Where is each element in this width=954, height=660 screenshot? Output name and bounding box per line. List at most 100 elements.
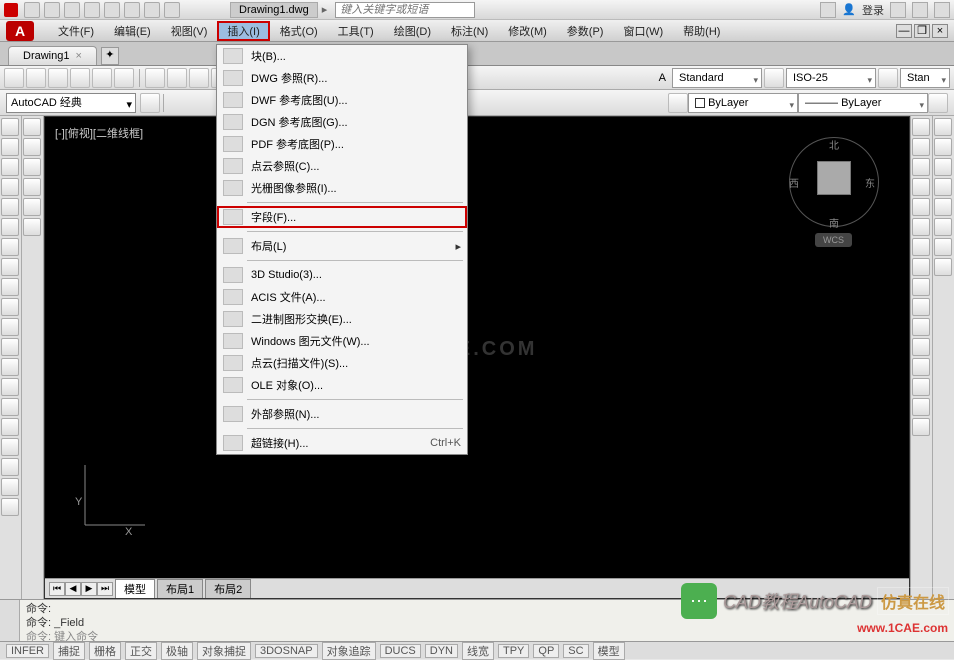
menu-item-b[interactable]: 块(B)... (217, 45, 467, 67)
fillet-icon[interactable] (912, 398, 930, 416)
menu-i[interactable]: 插入(I) (217, 21, 269, 41)
join-icon[interactable] (912, 358, 930, 376)
extend-icon[interactable] (912, 318, 930, 336)
qat-undo-icon[interactable] (124, 2, 140, 18)
commandline-handle-icon[interactable] (0, 600, 20, 641)
color-combo[interactable]: ByLayer (688, 93, 798, 113)
qat-plot-icon[interactable] (104, 2, 120, 18)
menu-item-acisa[interactable]: ACIS 文件(A)... (217, 286, 467, 308)
region-icon[interactable] (1, 438, 19, 456)
signin-label[interactable]: 登录 (862, 2, 884, 18)
status-infer[interactable]: INFER (6, 644, 49, 658)
dimstyle-icon[interactable] (764, 68, 784, 88)
doc-tab-close-icon[interactable]: × (75, 50, 81, 62)
qat-redo-icon[interactable] (144, 2, 160, 18)
array-icon[interactable] (912, 198, 930, 216)
stretch-icon[interactable] (912, 278, 930, 296)
plot-icon[interactable] (70, 68, 90, 88)
status-ducs[interactable]: DUCS (380, 644, 421, 658)
menu-e[interactable]: 编辑(E) (104, 21, 161, 41)
rtool-h-icon[interactable] (934, 258, 952, 276)
tool-e-icon[interactable] (23, 198, 41, 216)
rotate-icon[interactable] (912, 238, 930, 256)
tool-f-icon[interactable] (23, 218, 41, 236)
menu-o[interactable]: 格式(O) (270, 21, 328, 41)
menu-item-e[interactable]: 二进制图形交换(E)... (217, 308, 467, 330)
explode-icon[interactable] (912, 418, 930, 436)
addselected-icon[interactable] (1, 498, 19, 516)
tool-a-icon[interactable] (23, 118, 41, 136)
open-icon[interactable] (26, 68, 46, 88)
erase-icon[interactable] (912, 118, 930, 136)
tool-d-icon[interactable] (23, 178, 41, 196)
point-icon[interactable] (1, 378, 19, 396)
makeblock-icon[interactable] (1, 358, 19, 376)
ellipse-icon[interactable] (1, 298, 19, 316)
qat-new-icon[interactable] (24, 2, 40, 18)
menu-v[interactable]: 视图(V) (161, 21, 218, 41)
help-search-input[interactable] (335, 2, 475, 18)
status-sc[interactable]: SC (563, 644, 588, 658)
status-对象追踪[interactable]: 对象追踪 (322, 642, 376, 660)
status-线宽[interactable]: 线宽 (462, 642, 494, 660)
line-icon[interactable] (1, 118, 19, 136)
tab-next-icon[interactable]: ▶ (81, 582, 97, 596)
hatch-icon[interactable] (1, 398, 19, 416)
infocenter-icon[interactable] (820, 2, 836, 18)
menu-item-i[interactable]: 光栅图像参照(I)... (217, 177, 467, 199)
rtool-g-icon[interactable] (934, 238, 952, 256)
menu-m[interactable]: 修改(M) (498, 21, 557, 41)
layer-icon[interactable] (668, 93, 688, 113)
menu-w[interactable]: 窗口(W) (613, 21, 673, 41)
signin-user-icon[interactable]: 👤 (842, 3, 856, 16)
rectangle-icon[interactable] (1, 198, 19, 216)
new-icon[interactable] (4, 68, 24, 88)
help-icon[interactable] (934, 2, 950, 18)
layout-tab-0[interactable]: 模型 (115, 579, 155, 599)
menu-item-dwgr[interactable]: DWG 参照(R)... (217, 67, 467, 89)
ellipsearc-icon[interactable] (1, 318, 19, 336)
menu-item-3dstudio3[interactable]: 3D Studio(3)... (217, 264, 467, 286)
save-icon[interactable] (48, 68, 68, 88)
menu-item-windowsw[interactable]: Windows 图元文件(W)... (217, 330, 467, 352)
rtool-c-icon[interactable] (934, 158, 952, 176)
qat-more-icon[interactable] (164, 2, 180, 18)
tab-first-icon[interactable]: ⏮ (49, 582, 65, 596)
status-dyn[interactable]: DYN (425, 644, 458, 658)
viewcube-face[interactable] (817, 161, 851, 195)
layout-tab-1[interactable]: 布局1 (157, 579, 203, 599)
menu-item-pdfp[interactable]: PDF 参考底图(P)... (217, 133, 467, 155)
status-对象捕捉[interactable]: 对象捕捉 (197, 642, 251, 660)
status-tpy[interactable]: TPY (498, 644, 529, 658)
menu-item-h[interactable]: 超链接(H)...Ctrl+K (217, 432, 467, 454)
menu-item-dgng[interactable]: DGN 参考底图(G)... (217, 111, 467, 133)
qat-open-icon[interactable] (44, 2, 60, 18)
copy-icon[interactable] (167, 68, 187, 88)
mtext-icon[interactable] (1, 478, 19, 496)
menu-f[interactable]: 文件(F) (48, 21, 104, 41)
status-栅格[interactable]: 栅格 (89, 642, 121, 660)
spline-icon[interactable] (1, 278, 19, 296)
menu-t[interactable]: 工具(T) (328, 21, 384, 41)
tab-last-icon[interactable]: ⏭ (97, 582, 113, 596)
menu-item-c[interactable]: 点云参照(C)... (217, 155, 467, 177)
rtool-d-icon[interactable] (934, 178, 952, 196)
status-正交[interactable]: 正交 (125, 642, 157, 660)
polyline-icon[interactable] (1, 158, 19, 176)
title-dropdown-icon[interactable]: ▸ (322, 3, 328, 16)
gradient-icon[interactable] (1, 418, 19, 436)
rtool-b-icon[interactable] (934, 138, 952, 156)
tablestyle-icon[interactable] (878, 68, 898, 88)
menu-d[interactable]: 绘图(D) (384, 21, 441, 41)
qat-save-icon[interactable] (64, 2, 80, 18)
text-style-combo[interactable]: Standard (672, 68, 762, 88)
menu-item-dwfu[interactable]: DWF 参考底图(U)... (217, 89, 467, 111)
menu-h[interactable]: 帮助(H) (673, 21, 730, 41)
viewport-label[interactable]: [-][俯视][二维线框] (55, 125, 143, 141)
workspace-settings-icon[interactable] (140, 93, 160, 113)
drawing-area[interactable]: [-][俯视][二维线框] 1CAE.COM 北 南 东 西 WCS Y X ⏮… (44, 116, 910, 599)
app-menu-button[interactable]: A (6, 21, 34, 41)
lineweight-combo[interactable]: ——— ByLayer (798, 93, 928, 113)
insertblock-icon[interactable] (1, 338, 19, 356)
arc-icon[interactable] (1, 218, 19, 236)
